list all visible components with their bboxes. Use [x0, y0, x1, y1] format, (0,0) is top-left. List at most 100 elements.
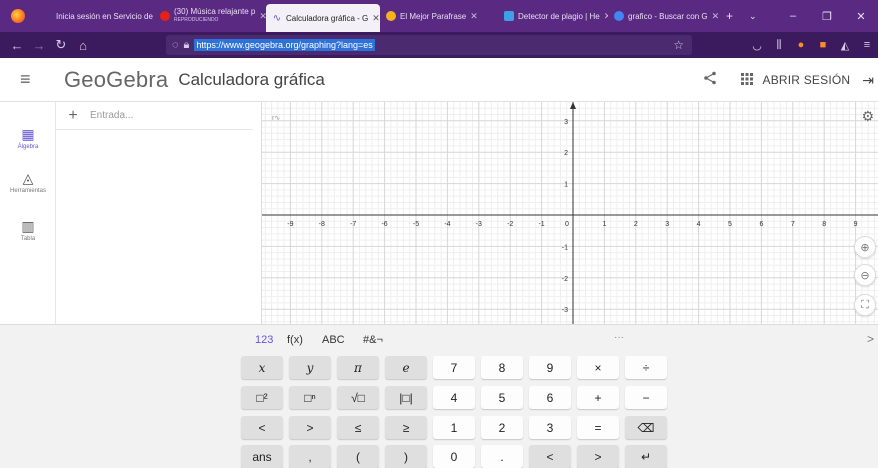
- maximize-icon[interactable]: ❐: [810, 10, 844, 23]
- key-sqrt[interactable]: √□: [337, 386, 379, 409]
- firefox-account-icon: [42, 11, 52, 21]
- key-divide[interactable]: ÷: [625, 356, 667, 379]
- close-icon[interactable]: ✕: [259, 11, 266, 22]
- sign-in-arrow-icon[interactable]: ⇥: [862, 72, 874, 89]
- key-1[interactable]: 1: [433, 416, 475, 439]
- close-icon[interactable]: ✕: [712, 11, 718, 22]
- account-icon[interactable]: ◭: [834, 39, 856, 52]
- key-comma[interactable]: ,: [289, 445, 331, 468]
- key-left-arrow[interactable]: <: [529, 445, 571, 468]
- key-right-arrow[interactable]: >: [577, 445, 619, 468]
- key-backspace[interactable]: ⌫: [625, 416, 667, 439]
- keyboard-close-chevron-icon[interactable]: >: [867, 332, 874, 346]
- key-close-paren[interactable]: ): [385, 445, 427, 468]
- library-icon[interactable]: ⫼: [768, 39, 790, 52]
- key-dot[interactable]: .: [481, 445, 523, 468]
- hamburger-menu-icon[interactable]: ≡: [20, 69, 48, 90]
- key-enter[interactable]: ↵: [625, 445, 667, 468]
- shield-icon[interactable]: ◌: [172, 39, 179, 51]
- home-icon[interactable]: ⌂: [72, 38, 94, 53]
- browser-tab-3-active[interactable]: ∿ Calculadora gráfica - G ✕: [266, 4, 380, 32]
- reload-icon[interactable]: ↻: [50, 37, 72, 53]
- new-tab-plus-icon[interactable]: +: [718, 9, 741, 23]
- minimize-icon[interactable]: –: [776, 10, 810, 22]
- close-icon[interactable]: ✕: [372, 13, 380, 24]
- key-plus[interactable]: +: [577, 386, 619, 409]
- keyboard-tab-letters[interactable]: ABC: [322, 334, 345, 346]
- key-8[interactable]: 8: [481, 356, 523, 379]
- key-0[interactable]: 0: [433, 445, 475, 468]
- sidebar-item-tools[interactable]: ◬ Herramientas: [0, 170, 56, 194]
- close-window-icon[interactable]: ✕: [844, 10, 878, 23]
- graph-canvas[interactable]: r∿ -9 -8 -7 -6 -5 -4 -3 -2 -1 0 1 2 3 4 5 6 7 8 9 321-1-2-…: [262, 102, 878, 324]
- browser-tab-4[interactable]: El Mejor Parafrase ✕: [380, 0, 498, 32]
- key-multiply[interactable]: ×: [577, 356, 619, 379]
- sign-in-button[interactable]: ABRIR SESIÓN: [763, 73, 851, 87]
- y-tick-label: -3: [562, 307, 568, 314]
- url-bar[interactable]: ◌ 🔒︎ https://www.geogebra.org/graphing?l…: [166, 35, 692, 55]
- sidebar-item-table[interactable]: ▥ Tabla: [0, 218, 56, 242]
- zoom-in-button[interactable]: ⊕: [854, 236, 876, 258]
- extension-square-icon[interactable]: ■: [812, 39, 834, 51]
- back-arrow-icon[interactable]: ←: [6, 38, 28, 53]
- browser-tab-1[interactable]: Inicia sesión en Servicio de ✕: [36, 0, 154, 32]
- close-icon[interactable]: ✕: [470, 11, 478, 22]
- graphics-settings-gear-icon[interactable]: ⚙: [861, 108, 874, 125]
- pocket-icon[interactable]: ◡: [746, 39, 768, 52]
- key-pi[interactable]: π: [337, 356, 379, 379]
- url-text[interactable]: https://www.geogebra.org/graphing?lang=e…: [194, 39, 375, 51]
- table-icon: ▥: [21, 218, 35, 234]
- tab-list-chevron-icon[interactable]: ⌄: [741, 11, 765, 22]
- key-greater-equal[interactable]: ≥: [385, 416, 427, 439]
- calculator-icon: ▦: [21, 126, 35, 142]
- browser-tab-6[interactable]: grafico - Buscar con G ✕: [608, 0, 718, 32]
- key-e[interactable]: e: [385, 356, 427, 379]
- browser-tab-5[interactable]: Detector de plagio | He ✕: [498, 0, 608, 32]
- browser-tab-2[interactable]: (30) Música relajante p REPRODUCIENDO ✕: [154, 0, 266, 32]
- extension-orange-icon[interactable]: ●: [790, 39, 812, 51]
- key-less-equal[interactable]: ≤: [337, 416, 379, 439]
- bookmark-star-icon[interactable]: ☆: [673, 38, 684, 52]
- menu-icon[interactable]: ≡: [856, 39, 878, 51]
- key-greater-than[interactable]: >: [289, 416, 331, 439]
- algebra-input-row: +: [56, 102, 253, 130]
- x-tick-label: 9: [854, 221, 858, 228]
- tab-label: grafico - Buscar con G: [628, 11, 708, 21]
- x-tick-label: -1: [538, 221, 544, 228]
- lock-icon[interactable]: 🔒︎: [184, 39, 190, 52]
- tab-label: El Mejor Parafrase: [400, 11, 467, 21]
- add-plus-icon[interactable]: +: [56, 107, 90, 125]
- algebra-input[interactable]: [90, 110, 240, 121]
- keyboard-tab-functions[interactable]: f(x): [287, 334, 303, 346]
- key-2[interactable]: 2: [481, 416, 523, 439]
- key-6[interactable]: 6: [529, 386, 571, 409]
- key-power[interactable]: □ⁿ: [289, 386, 331, 409]
- share-icon[interactable]: [703, 71, 717, 90]
- key-ans[interactable]: ans: [241, 445, 283, 468]
- key-square[interactable]: □²: [241, 386, 283, 409]
- x-tick-label: -6: [381, 221, 387, 228]
- key-3[interactable]: 3: [529, 416, 571, 439]
- keyboard-tab-symbols[interactable]: #&¬: [363, 334, 383, 346]
- key-abs[interactable]: |□|: [385, 386, 427, 409]
- more-options-icon[interactable]: ···: [614, 332, 624, 343]
- zoom-out-button[interactable]: ⊖: [854, 264, 876, 286]
- key-less-than[interactable]: <: [241, 416, 283, 439]
- key-minus[interactable]: −: [625, 386, 667, 409]
- sidebar-item-algebra[interactable]: ▦ Álgebra: [0, 126, 56, 150]
- key-9[interactable]: 9: [529, 356, 571, 379]
- fullscreen-button[interactable]: ⛶: [854, 294, 876, 316]
- key-y[interactable]: y: [289, 356, 331, 379]
- graphics-view[interactable]: r∿ -9 -8 -7 -6 -5 -4 -3 -2 -1 0 1 2 3 4 5 6 7 8 9 3 2 1 -1 -2-…: [262, 102, 878, 324]
- key-5[interactable]: 5: [481, 386, 523, 409]
- forward-arrow-icon[interactable]: →: [28, 38, 50, 53]
- key-7[interactable]: 7: [433, 356, 475, 379]
- key-open-paren[interactable]: (: [337, 445, 379, 468]
- keyboard-tab-numbers[interactable]: 123: [255, 334, 273, 346]
- key-x[interactable]: x: [241, 356, 283, 379]
- tab-label: Inicia sesión en Servicio de: [56, 11, 153, 21]
- tab-label: Calculadora gráfica - G: [286, 13, 369, 23]
- key-equals[interactable]: =: [577, 416, 619, 439]
- key-4[interactable]: 4: [433, 386, 475, 409]
- apps-grid-icon[interactable]: [740, 72, 753, 88]
